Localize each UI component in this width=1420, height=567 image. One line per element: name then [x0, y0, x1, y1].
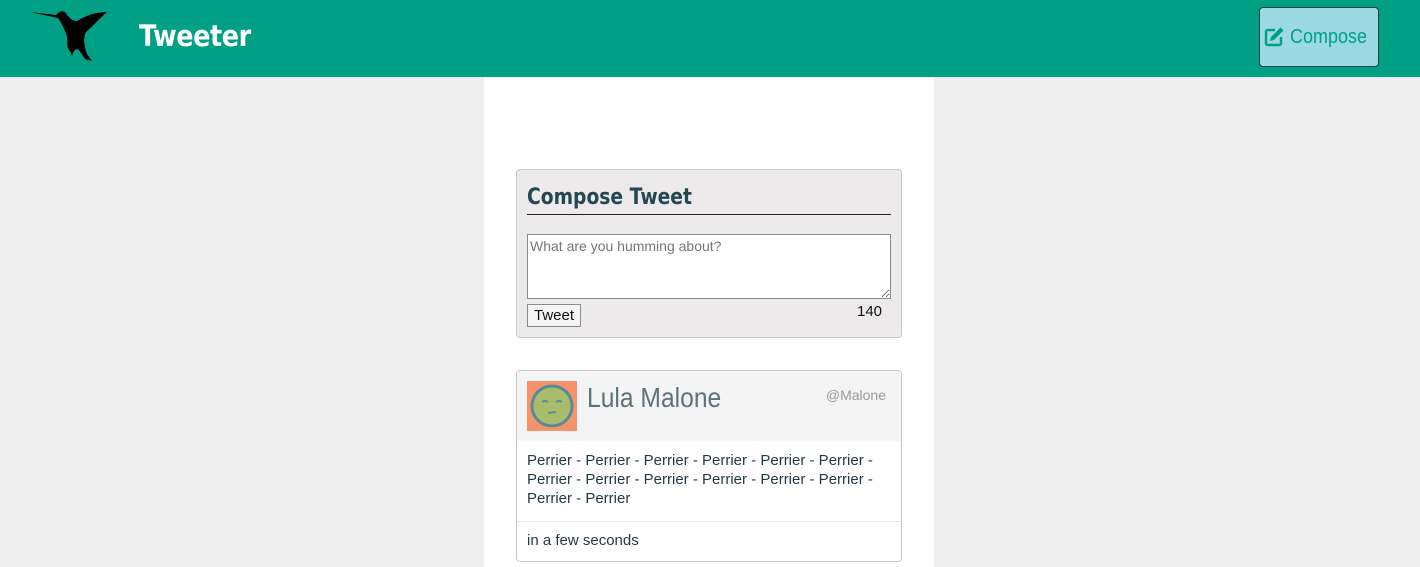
tweet-author-handle: @Malone: [825, 387, 886, 403]
app-brand-title: Tweeter: [139, 19, 251, 53]
tweet-footer: in a few seconds: [517, 521, 901, 561]
hummingbird-logo-icon: [30, 11, 107, 61]
tweet-card: Lula Malone @Malone Perrier - Perrier - …: [516, 370, 902, 562]
compose-heading: Compose Tweet: [527, 184, 891, 215]
compose-tweet-panel: Compose Tweet Tweet 140: [516, 169, 902, 338]
tweet-author-name: Lula Malone: [587, 382, 722, 413]
tweet-timestamp: in a few seconds: [527, 532, 639, 549]
compose-button-label: Compose: [1289, 25, 1367, 48]
top-navbar: Tweeter Compose: [0, 0, 1420, 77]
tweet-header: Lula Malone @Malone: [517, 371, 901, 441]
avatar: [527, 381, 577, 431]
character-counter: 140: [857, 303, 883, 320]
compose-button[interactable]: Compose: [1259, 7, 1379, 67]
tweet-submit-button[interactable]: Tweet: [527, 304, 581, 327]
tweet-content: Perrier - Perrier - Perrier - Perrier - …: [527, 452, 873, 507]
tweet-textarea[interactable]: [527, 234, 891, 299]
main-container: Compose Tweet Tweet 140 Lula Malone @Mal…: [484, 77, 934, 567]
edit-icon: [1264, 27, 1284, 47]
